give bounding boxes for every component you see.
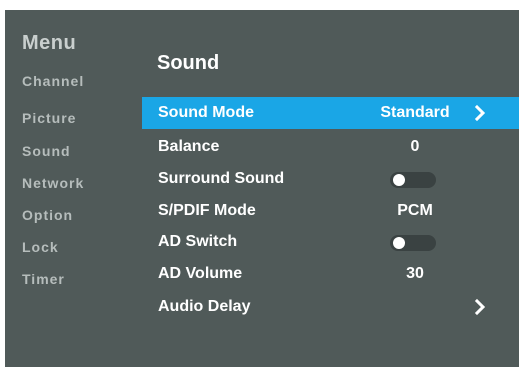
row-value: 30: [406, 265, 424, 282]
sidebar-item-network[interactable]: Network: [22, 175, 84, 191]
tv-menu-screen: Menu Channel Picture Sound Network Optio…: [5, 10, 519, 367]
menu-row-surround-sound[interactable]: Surround Sound: [142, 163, 519, 195]
sidebar-item-timer[interactable]: Timer: [22, 271, 65, 287]
ad-switch-toggle[interactable]: [390, 235, 436, 251]
row-value: 0: [410, 138, 420, 155]
menu-row-audio-delay[interactable]: Audio Delay: [142, 291, 519, 323]
page-title: Sound: [157, 52, 220, 74]
menu-row-ad-volume[interactable]: AD Volume 30: [142, 258, 519, 290]
surround-sound-toggle[interactable]: [390, 172, 436, 188]
row-label: AD Volume: [158, 265, 243, 282]
menu-row-ad-switch[interactable]: AD Switch: [142, 226, 519, 258]
menu-row-sound-mode[interactable]: Sound Mode Standard: [142, 97, 519, 129]
sidebar-item-sound[interactable]: Sound: [22, 143, 71, 159]
sidebar-item-option[interactable]: Option: [22, 207, 73, 223]
chevron-right-icon: [473, 97, 487, 129]
menu-title: Menu: [22, 32, 77, 54]
sidebar-item-lock[interactable]: Lock: [22, 239, 59, 255]
row-label: Surround Sound: [158, 170, 285, 187]
row-label: S/PDIF Mode: [158, 202, 256, 219]
row-value: PCM: [397, 202, 433, 219]
toggle-knob: [393, 174, 405, 186]
menu-row-spdif-mode[interactable]: S/PDIF Mode PCM: [142, 195, 519, 227]
row-label: AD Switch: [158, 233, 238, 250]
row-label: Balance: [158, 138, 220, 155]
sidebar-item-channel[interactable]: Channel: [22, 73, 84, 89]
row-value: Standard: [380, 104, 450, 121]
menu-row-balance[interactable]: Balance 0: [142, 131, 519, 163]
row-label: Sound Mode: [158, 104, 254, 121]
row-label: Audio Delay: [158, 298, 251, 315]
chevron-right-icon: [473, 291, 487, 323]
sidebar-item-picture[interactable]: Picture: [22, 110, 76, 126]
toggle-knob: [393, 237, 405, 249]
